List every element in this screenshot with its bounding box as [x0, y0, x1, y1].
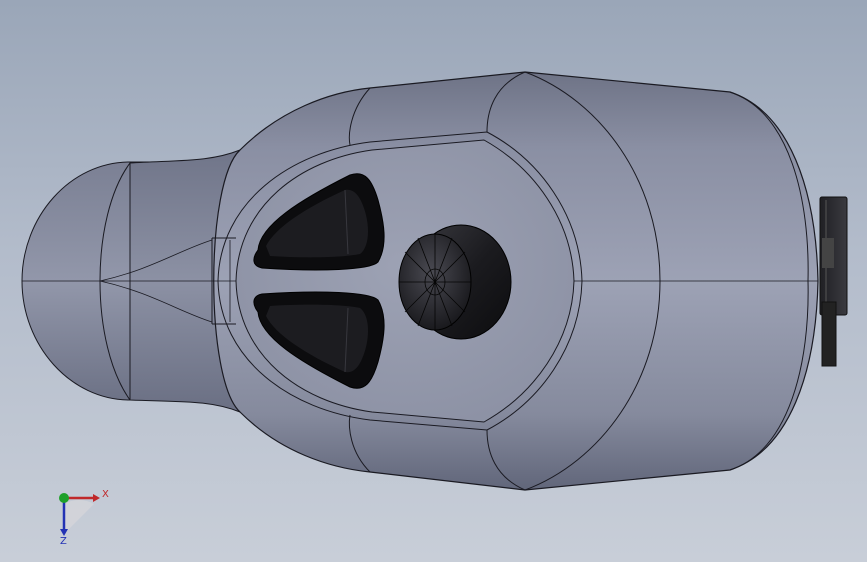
cad-model-render[interactable] — [0, 0, 867, 562]
coordinate-triad: X Z — [50, 484, 120, 547]
y-axis-arrow-icon — [59, 493, 69, 503]
mounting-tab — [819, 196, 848, 367]
x-axis-label: X — [102, 489, 109, 500]
z-axis-label: Z — [60, 536, 67, 546]
triad-plane-icon — [64, 499, 94, 534]
rotary-knob[interactable] — [398, 224, 512, 340]
cad-3d-viewport[interactable]: X Z — [0, 0, 867, 562]
